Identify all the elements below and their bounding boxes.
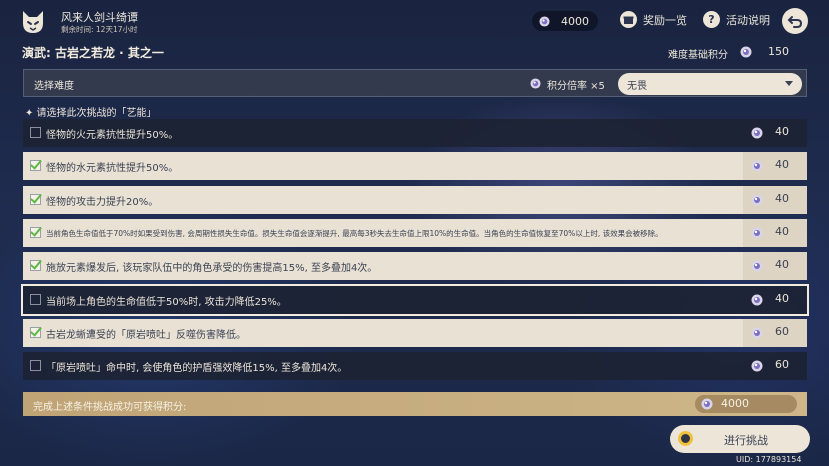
challenge-checkbox[interactable] xyxy=(30,257,42,272)
score-gem-icon xyxy=(740,46,752,58)
challenge-checkbox[interactable] xyxy=(30,157,42,172)
score-gem-icon xyxy=(539,15,550,27)
start-challenge-label: 进行挑战 xyxy=(724,434,768,447)
total-score-value: 4000 xyxy=(721,397,749,410)
rewards-overview-button[interactable]: 奖励一览 xyxy=(620,11,687,28)
challenge-text: 古岩龙蜥遭受的「原岩喷吐」反噬伤害降低。 xyxy=(46,329,246,341)
challenge-checkbox[interactable] xyxy=(30,293,41,305)
start-challenge-button[interactable]: 进行挑战 xyxy=(670,425,810,453)
base-score-label: 难度基础积分 xyxy=(668,50,728,61)
challenge-text: 怪物的水元素抗性提升50%。 xyxy=(46,163,179,175)
difficulty-select[interactable]: 无畏 xyxy=(618,73,802,95)
challenge-text: 怪物的攻击力提升20%。 xyxy=(46,196,159,208)
challenge-checkbox[interactable] xyxy=(30,190,42,205)
score-gem-icon xyxy=(751,260,763,272)
event-title: 风来人剑斗绮谭 xyxy=(61,11,138,24)
challenge-score: 40 xyxy=(775,258,789,272)
challenge-score: 40 xyxy=(775,291,789,305)
score-gem-icon xyxy=(751,194,763,206)
checkmark-icon xyxy=(30,257,42,270)
challenge-row[interactable]: 施放元素爆发后, 该玩家队伍中的角色承受的伤害提高15%, 至多叠加4次。 40 xyxy=(23,252,807,281)
challenge-row[interactable]: 怪物的水元素抗性提升50%。 40 xyxy=(23,152,807,181)
challenge-score-cell: 40 xyxy=(743,218,807,247)
total-score-label: 完成上述条件挑战成功可获得积分: xyxy=(33,402,187,413)
difficulty-selected-value: 无畏 xyxy=(627,80,647,92)
checkmark-icon xyxy=(30,224,42,237)
score-multiplier: 积分倍率 ×5 xyxy=(547,81,605,92)
challenge-score-cell: 40 xyxy=(743,185,807,214)
event-cat-logo-icon xyxy=(20,9,46,35)
challenge-score: 40 xyxy=(775,125,789,138)
challenge-text: 当前场上角色的生命值低于50%时, 攻击力降低25%。 xyxy=(46,296,287,308)
base-score-value: 150 xyxy=(768,45,789,58)
stage-title: 演武: 古岩之若龙 · 其之一 xyxy=(22,46,164,60)
challenge-prompt: ✦ 请选择此次挑战的「艺能」 xyxy=(25,108,157,119)
challenge-score-cell: 60 xyxy=(743,352,807,380)
challenge-row[interactable]: 古岩龙蜥遭受的「原岩喷吐」反噬伤害降低。 60 xyxy=(23,318,807,347)
confirm-circle-icon xyxy=(678,431,693,446)
score-gem-icon xyxy=(751,360,763,372)
challenge-row[interactable]: 当前场上角色的生命值低于50%时, 攻击力降低25%。 40 xyxy=(21,283,809,316)
score-gem-icon xyxy=(530,78,541,89)
challenge-text: 「原岩喷吐」命中时, 会使角色的护盾强效降低15%, 至多叠加4次。 xyxy=(46,363,348,375)
challenge-score-cell: 40 xyxy=(743,252,807,281)
challenge-row[interactable]: 当前角色生命值低于70%时如果受到伤害, 会周期性损失生命值。损失生命值会逐渐提… xyxy=(23,218,807,247)
challenge-row[interactable]: 怪物的火元素抗性提升50%。 40 xyxy=(23,119,807,147)
score-gem-icon xyxy=(751,294,763,305)
rewards-overview-label: 奖励一览 xyxy=(643,13,687,27)
event-info-button[interactable]: ? 活动说明 xyxy=(703,11,770,28)
gift-box-icon xyxy=(620,11,637,28)
currency-value: 4000 xyxy=(561,14,589,28)
score-gem-icon xyxy=(751,327,763,339)
score-gem-icon xyxy=(751,227,763,239)
difficulty-bar: 选择难度 积分倍率 ×5 无畏 xyxy=(23,69,807,97)
challenge-text: 怪物的火元素抗性提升50%。 xyxy=(46,130,179,141)
challenge-score: 40 xyxy=(775,224,789,238)
challenge-row[interactable]: 怪物的攻击力提升20%。 40 xyxy=(23,185,807,214)
challenge-score-cell: 60 xyxy=(743,318,807,347)
challenge-row[interactable]: 「原岩喷吐」命中时, 会使角色的护盾强效降低15%, 至多叠加4次。 60 xyxy=(23,352,807,381)
challenge-score: 40 xyxy=(775,158,789,172)
score-gem-icon xyxy=(751,127,763,139)
checkmark-icon xyxy=(30,157,42,170)
total-score-pill: 4000 xyxy=(695,395,797,413)
challenge-text: 当前角色生命值低于70%时如果受到伤害, 会周期性损失生命值。损失生命值会逐渐提… xyxy=(46,228,663,238)
back-arrow-icon xyxy=(787,16,803,28)
question-icon: ? xyxy=(703,11,720,28)
challenge-checkbox[interactable] xyxy=(30,224,42,238)
difficulty-label: 选择难度 xyxy=(34,81,74,92)
challenge-score: 60 xyxy=(775,358,789,372)
checkmark-icon xyxy=(30,190,42,204)
event-time-left: 剩余时间: 12天17小时 xyxy=(61,25,138,34)
score-gem-icon xyxy=(751,160,763,172)
challenge-checkbox[interactable] xyxy=(30,127,41,138)
total-score-bar: 完成上述条件挑战成功可获得积分: 4000 xyxy=(23,392,807,416)
currency-display: 4000 xyxy=(532,11,598,31)
challenge-score-cell: 40 xyxy=(743,119,807,147)
challenge-score-cell: 40 xyxy=(743,286,807,314)
challenge-score: 40 xyxy=(775,191,789,205)
checkmark-icon xyxy=(30,324,42,337)
back-button[interactable] xyxy=(782,8,808,34)
challenge-score-cell: 40 xyxy=(743,152,807,181)
score-gem-icon xyxy=(701,398,713,410)
event-info-label: 活动说明 xyxy=(726,13,770,27)
challenge-text: 施放元素爆发后, 该玩家队伍中的角色承受的伤害提高15%, 至多叠加4次。 xyxy=(46,263,378,275)
player-uid: UID: 177893154 xyxy=(736,455,802,464)
challenge-checkbox[interactable] xyxy=(30,360,41,372)
dropdown-caret-icon xyxy=(785,81,793,86)
challenge-checkbox[interactable] xyxy=(30,324,42,338)
challenge-score: 60 xyxy=(775,324,789,338)
